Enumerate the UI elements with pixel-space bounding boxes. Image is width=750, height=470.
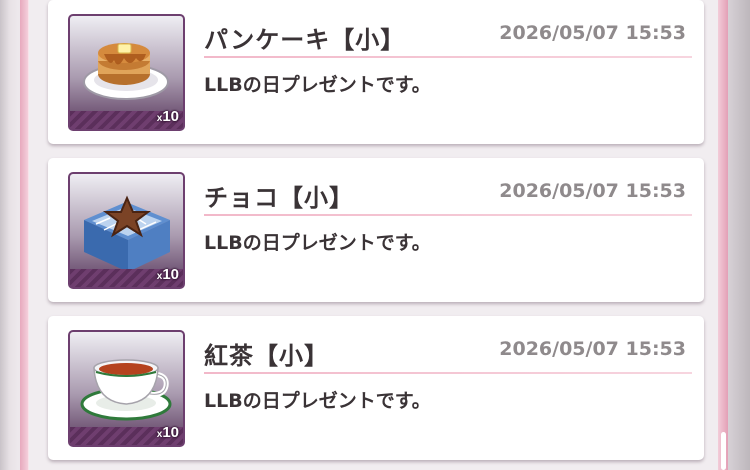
quantity-badge: x10 xyxy=(156,108,179,125)
quantity-badge: x10 xyxy=(156,266,179,283)
item-thumbnail: x10 xyxy=(68,330,185,447)
item-name: パンケーキ【小】 xyxy=(204,26,406,54)
present-card-tea[interactable]: x10 紅茶【小】 2026/05/07 15:53 LLBの日プレゼントです。 xyxy=(48,316,704,460)
present-card-chocolate[interactable]: x10 チョコ【小】 2026/05/07 15:53 LLBの日プレゼントです… xyxy=(48,158,704,302)
panel-frame-left xyxy=(20,0,29,470)
present-message: LLBの日プレゼントです。 xyxy=(204,390,431,412)
item-name: 紅茶【小】 xyxy=(204,342,329,370)
title-divider xyxy=(204,56,692,58)
received-date: 2026/05/07 15:53 xyxy=(499,338,686,360)
present-message: LLBの日プレゼントです。 xyxy=(204,232,431,254)
present-card-pancake[interactable]: x10 パンケーキ【小】 2026/05/07 15:53 LLBの日プレゼント… xyxy=(48,0,704,144)
present-box-screen: x10 パンケーキ【小】 2026/05/07 15:53 LLBの日プレゼント… xyxy=(0,0,750,470)
received-date: 2026/05/07 15:53 xyxy=(499,180,686,202)
item-name: チョコ【小】 xyxy=(204,184,354,212)
present-message: LLBの日プレゼントです。 xyxy=(204,74,431,96)
title-divider xyxy=(204,214,692,216)
outer-background xyxy=(728,0,750,470)
received-date: 2026/05/07 15:53 xyxy=(499,22,686,44)
quantity-badge: x10 xyxy=(156,424,179,441)
panel-frame-right xyxy=(718,0,728,470)
item-thumbnail: x10 xyxy=(68,172,185,289)
title-divider xyxy=(204,372,692,374)
scrollbar-thumb[interactable] xyxy=(721,432,726,470)
item-thumbnail: x10 xyxy=(68,14,185,131)
